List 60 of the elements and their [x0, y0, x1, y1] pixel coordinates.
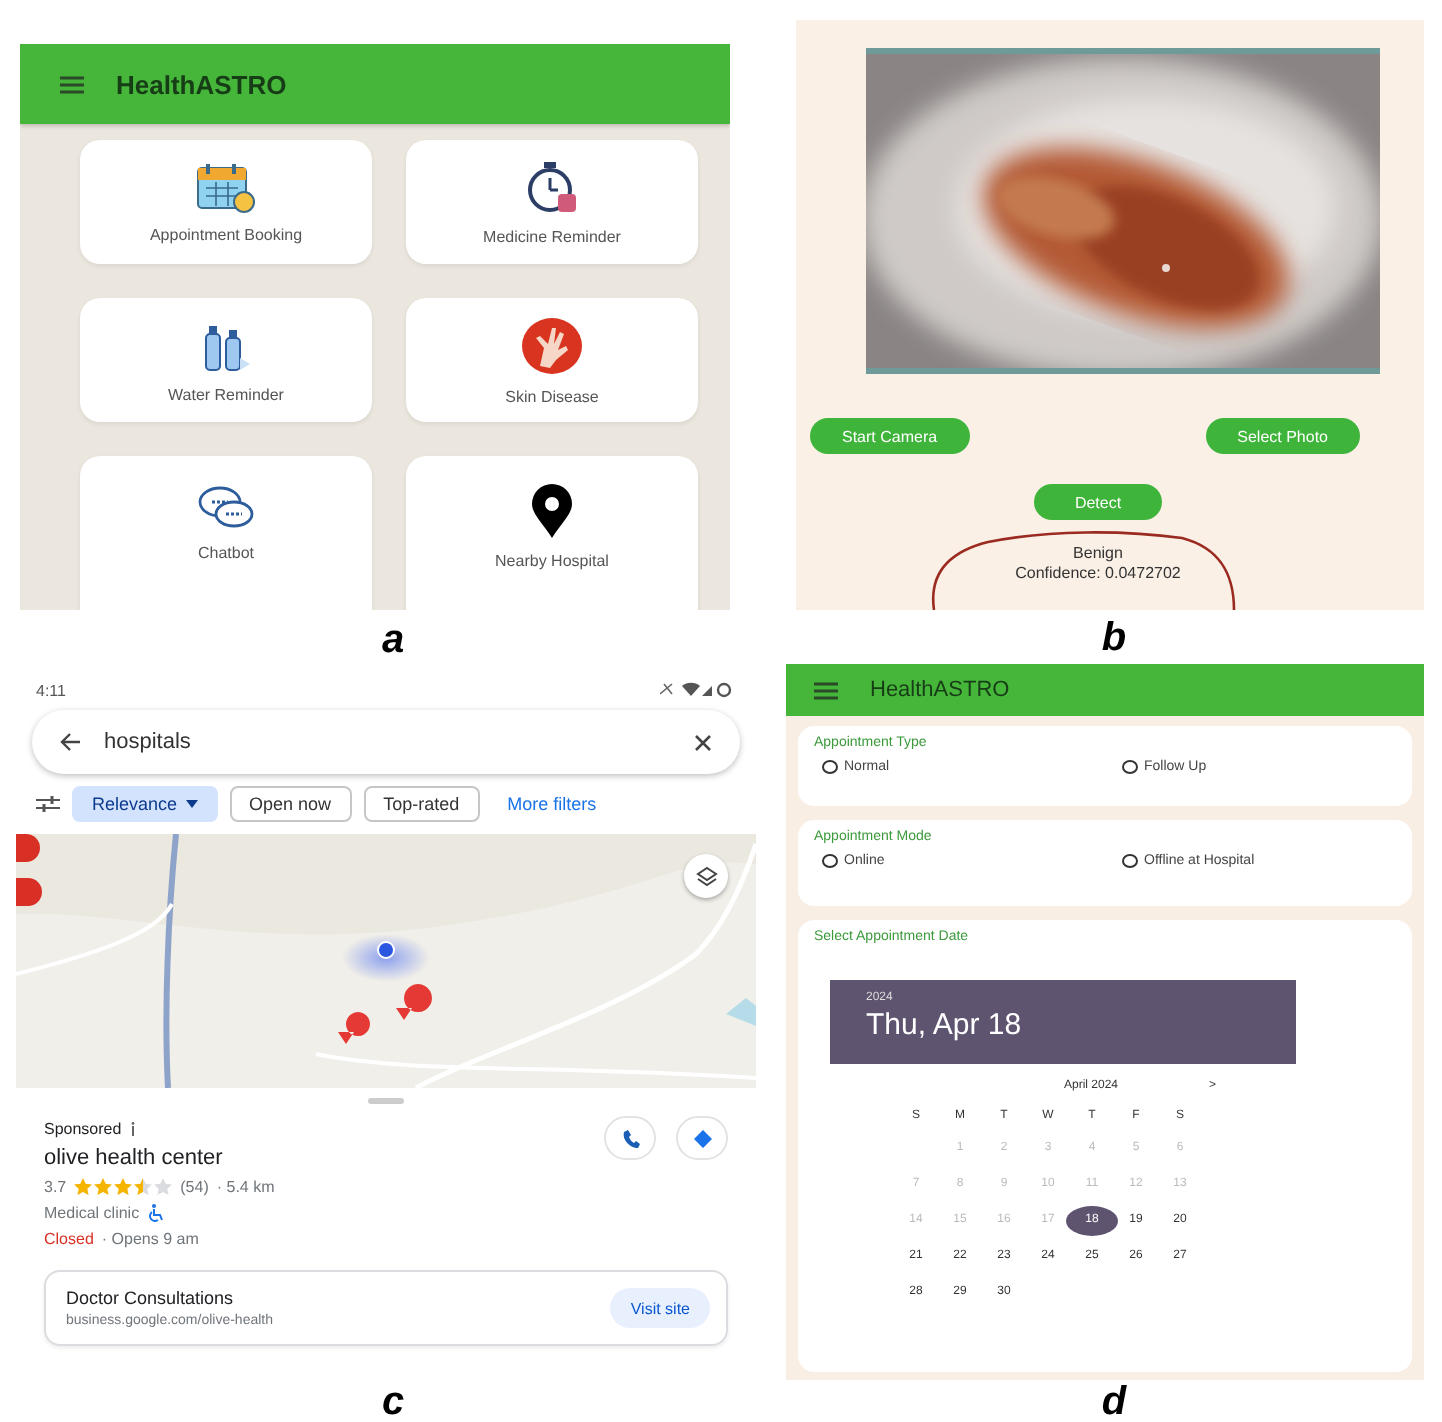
star-icon — [134, 1178, 153, 1196]
feature-tile[interactable]: Appointment Booking — [80, 140, 372, 264]
opening-hours: · Opens 9 am — [101, 1230, 199, 1248]
app-title: HealthASTRO — [116, 69, 287, 99]
search-field[interactable]: hospitals — [104, 730, 670, 754]
filter-chip[interactable]: Open now — [229, 786, 352, 822]
stopwatch-icon — [524, 159, 580, 215]
app-title: HealthASTRO — [870, 678, 1010, 702]
radio-button[interactable] — [822, 760, 838, 774]
feature-tile[interactable]: Medicine Reminder — [406, 140, 698, 264]
filter-chip[interactable]: Relevance — [72, 786, 218, 822]
hand-icon — [520, 315, 584, 375]
closed-status: Closed — [44, 1230, 94, 1248]
figure-label: c — [381, 1381, 405, 1421]
status-time: 4:11 — [36, 681, 66, 699]
filter-chip[interactable]: Top-rated — [363, 786, 480, 822]
phone-icon — [621, 1129, 639, 1147]
radio-button[interactable] — [822, 854, 838, 868]
status-icons — [660, 682, 732, 698]
star-icon — [114, 1178, 133, 1196]
star-icon — [74, 1178, 93, 1196]
review-count: (54) — [180, 1178, 209, 1196]
place-name[interactable]: olive health center — [44, 1142, 223, 1174]
result-label: Benign — [1073, 544, 1123, 564]
distance-text: · 5.4 km — [216, 1178, 275, 1196]
radio-button[interactable] — [1122, 854, 1138, 868]
star-icon — [94, 1178, 113, 1196]
radio-button[interactable] — [1122, 760, 1138, 774]
dropdown-icon — [185, 800, 198, 808]
feature-tile[interactable]: Chatbot — [80, 456, 372, 610]
visit-site-button[interactable]: Visit site — [610, 1288, 710, 1328]
chat-bubbles-icon — [196, 484, 256, 532]
close-icon[interactable] — [694, 733, 712, 751]
info-icon[interactable] — [129, 1122, 136, 1136]
directions-icon — [693, 1129, 711, 1147]
menu-icon[interactable] — [60, 75, 84, 93]
wheelchair-icon — [147, 1204, 164, 1222]
filter-icon[interactable] — [36, 794, 60, 814]
search-bar[interactable]: hospitals — [32, 710, 740, 774]
selected-date: Thu, Apr 18 — [866, 1008, 1024, 1042]
sponsored-label: Sponsored — [44, 1120, 122, 1138]
calendar-icon — [196, 161, 256, 213]
place-category: Medical clinic — [44, 1204, 140, 1222]
more-filters-link[interactable]: More filters — [507, 794, 597, 814]
feature-tile[interactable]: Water Reminder — [80, 298, 372, 422]
map-pin-icon — [530, 484, 574, 540]
menu-icon[interactable] — [814, 681, 838, 699]
ad-title: Doctor Consultations — [66, 1288, 236, 1308]
confidence-text: Confidence: 0.0472702 — [1015, 564, 1181, 584]
figure-label: a — [381, 620, 405, 660]
layers-icon — [695, 865, 717, 887]
figure-label: b — [1101, 617, 1127, 657]
feature-tile[interactable]: Nearby Hospital — [406, 456, 698, 610]
figure-label: d — [1101, 1381, 1127, 1421]
call-button[interactable] — [604, 1116, 656, 1160]
feature-tile[interactable]: Skin Disease — [406, 298, 698, 422]
back-arrow-icon[interactable] — [60, 732, 80, 752]
rating-value: 3.7 — [44, 1178, 67, 1196]
directions-button[interactable] — [676, 1116, 728, 1160]
star-icon — [154, 1178, 173, 1196]
